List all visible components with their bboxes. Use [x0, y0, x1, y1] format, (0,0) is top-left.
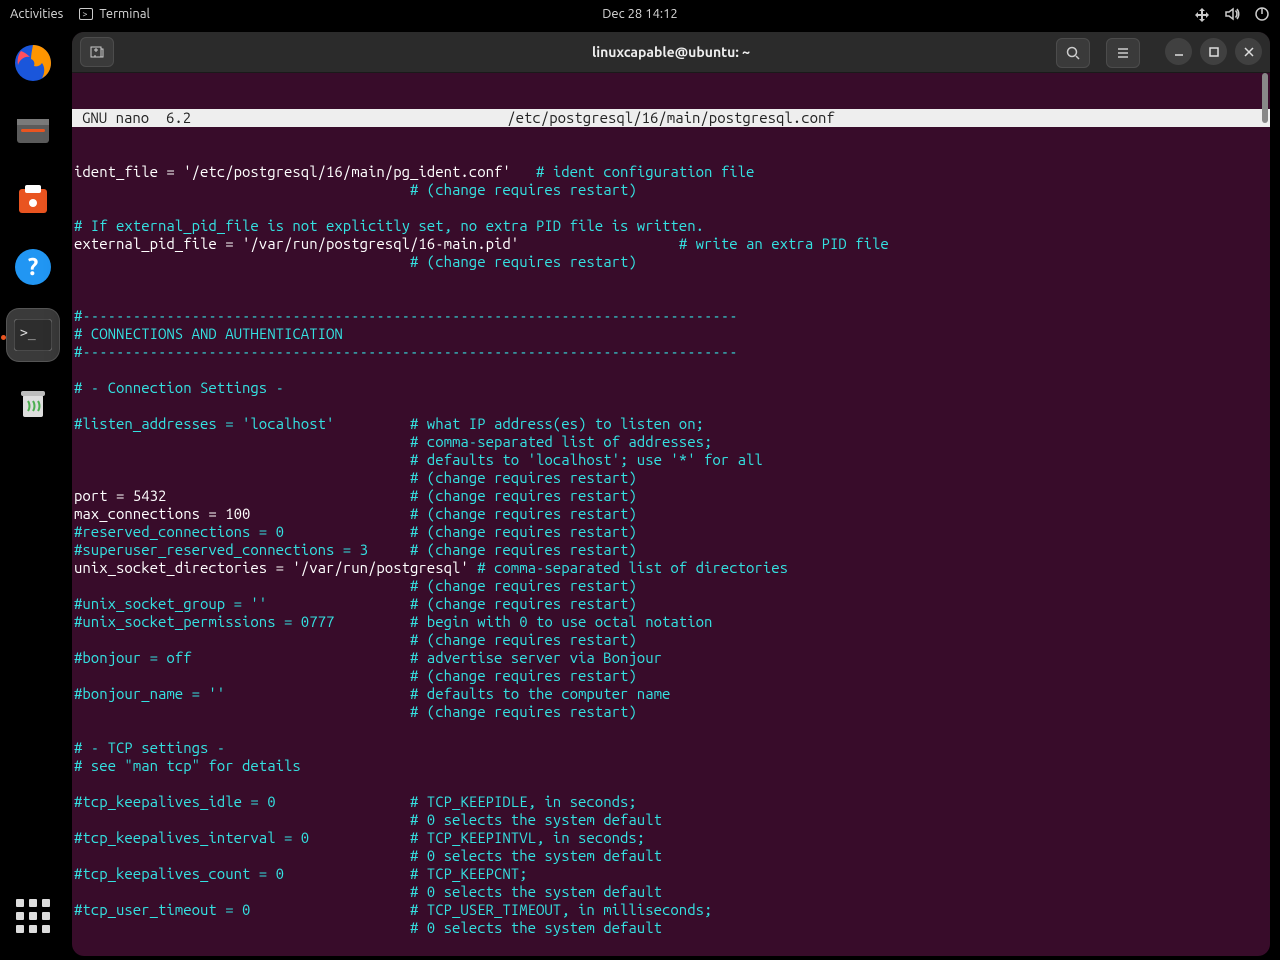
dock-files[interactable]	[7, 105, 59, 157]
network-icon	[1194, 6, 1210, 22]
terminal-dock-icon: >_	[14, 319, 52, 351]
close-button[interactable]	[1235, 38, 1262, 65]
app-menu-label: Terminal	[99, 7, 150, 21]
search-button[interactable]	[1056, 38, 1090, 68]
terminal-window: linuxcapable@ubuntu: ~ GNU nano 6.2 /etc…	[72, 32, 1270, 956]
gnome-top-panel: Activities Terminal Dec 28 14:12	[0, 0, 1280, 27]
show-applications[interactable]	[7, 890, 59, 942]
titlebar[interactable]: linuxcapable@ubuntu: ~	[72, 32, 1270, 73]
power-icon	[1254, 6, 1270, 22]
system-tray[interactable]	[1194, 6, 1270, 22]
svg-text:?: ?	[28, 253, 39, 280]
search-icon	[1065, 45, 1081, 61]
dock-software[interactable]	[7, 173, 59, 225]
dock-firefox[interactable]	[7, 37, 59, 89]
dock-terminal[interactable]: >_	[7, 309, 59, 361]
close-icon	[1243, 46, 1255, 58]
app-menu[interactable]: Terminal	[79, 7, 150, 21]
terminal-content[interactable]: GNU nano 6.2 /etc/postgresql/16/main/pos…	[72, 73, 1270, 956]
running-indicator	[1, 335, 6, 340]
activities-button[interactable]: Activities	[10, 7, 63, 21]
dock-trash[interactable]	[7, 377, 59, 429]
window-title: linuxcapable@ubuntu: ~	[592, 44, 750, 60]
firefox-icon	[11, 41, 55, 85]
help-icon: ?	[11, 245, 55, 289]
nano-filepath: /etc/postgresql/16/main/postgresql.conf	[72, 109, 1270, 127]
minimize-icon	[1173, 46, 1185, 58]
terminal-icon	[79, 8, 93, 20]
files-icon	[11, 109, 55, 153]
trash-icon	[11, 381, 55, 425]
maximize-button[interactable]	[1200, 38, 1227, 65]
scrollbar-thumb[interactable]	[1262, 73, 1268, 123]
minimize-button[interactable]	[1165, 38, 1192, 65]
hamburger-icon	[1115, 45, 1131, 61]
clock[interactable]: Dec 28 14:12	[602, 7, 678, 21]
dock: ? >_	[0, 27, 66, 960]
nano-buffer[interactable]: ident_file = '/etc/postgresql/16/main/pg…	[72, 163, 1270, 956]
volume-icon	[1224, 6, 1240, 22]
svg-text:>_: >_	[20, 326, 36, 341]
dock-help[interactable]: ?	[7, 241, 59, 293]
scrollbar[interactable]	[1262, 73, 1268, 956]
hamburger-menu[interactable]	[1106, 38, 1140, 68]
maximize-icon	[1208, 46, 1220, 58]
software-icon	[11, 177, 55, 221]
nano-titlebar: GNU nano 6.2 /etc/postgresql/16/main/pos…	[72, 109, 1270, 127]
